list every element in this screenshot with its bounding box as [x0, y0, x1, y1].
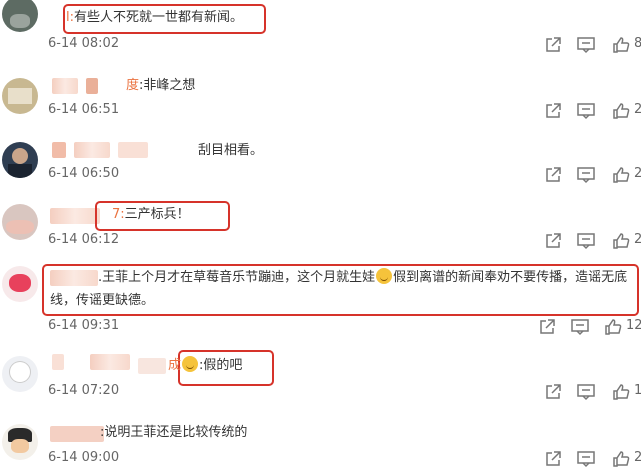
like-count: 2 — [634, 166, 641, 181]
username-blur — [52, 142, 66, 158]
comment-icon[interactable] — [576, 36, 596, 54]
comment-time: 6-14 08:02 — [48, 36, 120, 51]
comment-icon[interactable] — [576, 232, 596, 250]
share-icon[interactable] — [538, 318, 556, 336]
avatar[interactable] — [2, 204, 38, 240]
like-count: 2 — [634, 232, 641, 247]
share-icon[interactable] — [544, 36, 562, 54]
comment-text: 度:非峰之想 — [126, 78, 196, 93]
smile-emoji-icon — [376, 268, 393, 284]
comment-time: 6-14 06:50 — [48, 166, 120, 181]
like-icon[interactable] — [612, 36, 630, 54]
username-blur — [118, 142, 148, 158]
comment-text: :说明王菲还是比较传统的 — [100, 425, 248, 440]
username-blur — [90, 354, 130, 370]
comment-time: 6-14 06:51 — [48, 102, 120, 117]
like-count: 8 — [634, 36, 641, 51]
username-blur — [74, 142, 110, 158]
username-blur — [50, 426, 104, 442]
like-icon[interactable] — [612, 232, 630, 250]
comment-time: 6-14 09:00 — [48, 450, 120, 465]
comment-text-line2: 线，传谣更缺德。 — [50, 293, 155, 308]
username-blur — [86, 78, 98, 94]
avatar[interactable] — [2, 0, 38, 32]
avatar[interactable] — [2, 78, 38, 114]
comment-text: 7:三产标兵！ — [112, 207, 190, 222]
share-icon[interactable] — [544, 450, 562, 468]
share-icon[interactable] — [544, 383, 562, 401]
avatar[interactable] — [2, 142, 38, 178]
comment-time: 6-14 06:12 — [48, 232, 120, 247]
comment-time: 6-14 07:20 — [48, 383, 120, 398]
comment-icon[interactable] — [570, 318, 590, 336]
comment-icon[interactable] — [576, 450, 596, 468]
avatar[interactable] — [2, 266, 38, 302]
avatar[interactable] — [2, 424, 38, 460]
avatar[interactable] — [2, 356, 38, 392]
comment-text: 刮目相看。 — [198, 143, 264, 158]
like-icon[interactable] — [604, 318, 622, 336]
like-count: 12 — [626, 318, 641, 333]
like-icon[interactable] — [612, 383, 630, 401]
username-blur — [52, 78, 78, 94]
comment-icon[interactable] — [576, 383, 596, 401]
comment-icon[interactable] — [576, 166, 596, 184]
like-icon[interactable] — [612, 166, 630, 184]
share-icon[interactable] — [544, 232, 562, 250]
comment-icon[interactable] — [576, 102, 596, 120]
comment-time: 6-14 09:31 — [48, 318, 120, 333]
like-count: 1 — [634, 383, 641, 398]
username-blur — [138, 358, 166, 374]
like-icon[interactable] — [612, 450, 630, 468]
like-icon[interactable] — [612, 102, 630, 120]
like-count: 2 — [634, 450, 641, 465]
username-blur — [52, 354, 64, 370]
crying-emoji-icon — [182, 356, 199, 372]
comment-text: .王菲上个月才在草莓音乐节蹦迪，这个月就生娃 假到离谱的新闻奉劝不要传播，造谣无底 — [98, 268, 628, 285]
comment-text: 成:假的吧 — [168, 356, 243, 373]
comment-text: l:有些人不死就一世都有新闻。 — [66, 10, 244, 25]
like-count: 2 — [634, 102, 641, 117]
username-blur — [50, 208, 100, 224]
username-blur — [50, 270, 98, 286]
share-icon[interactable] — [544, 102, 562, 120]
share-icon[interactable] — [544, 166, 562, 184]
